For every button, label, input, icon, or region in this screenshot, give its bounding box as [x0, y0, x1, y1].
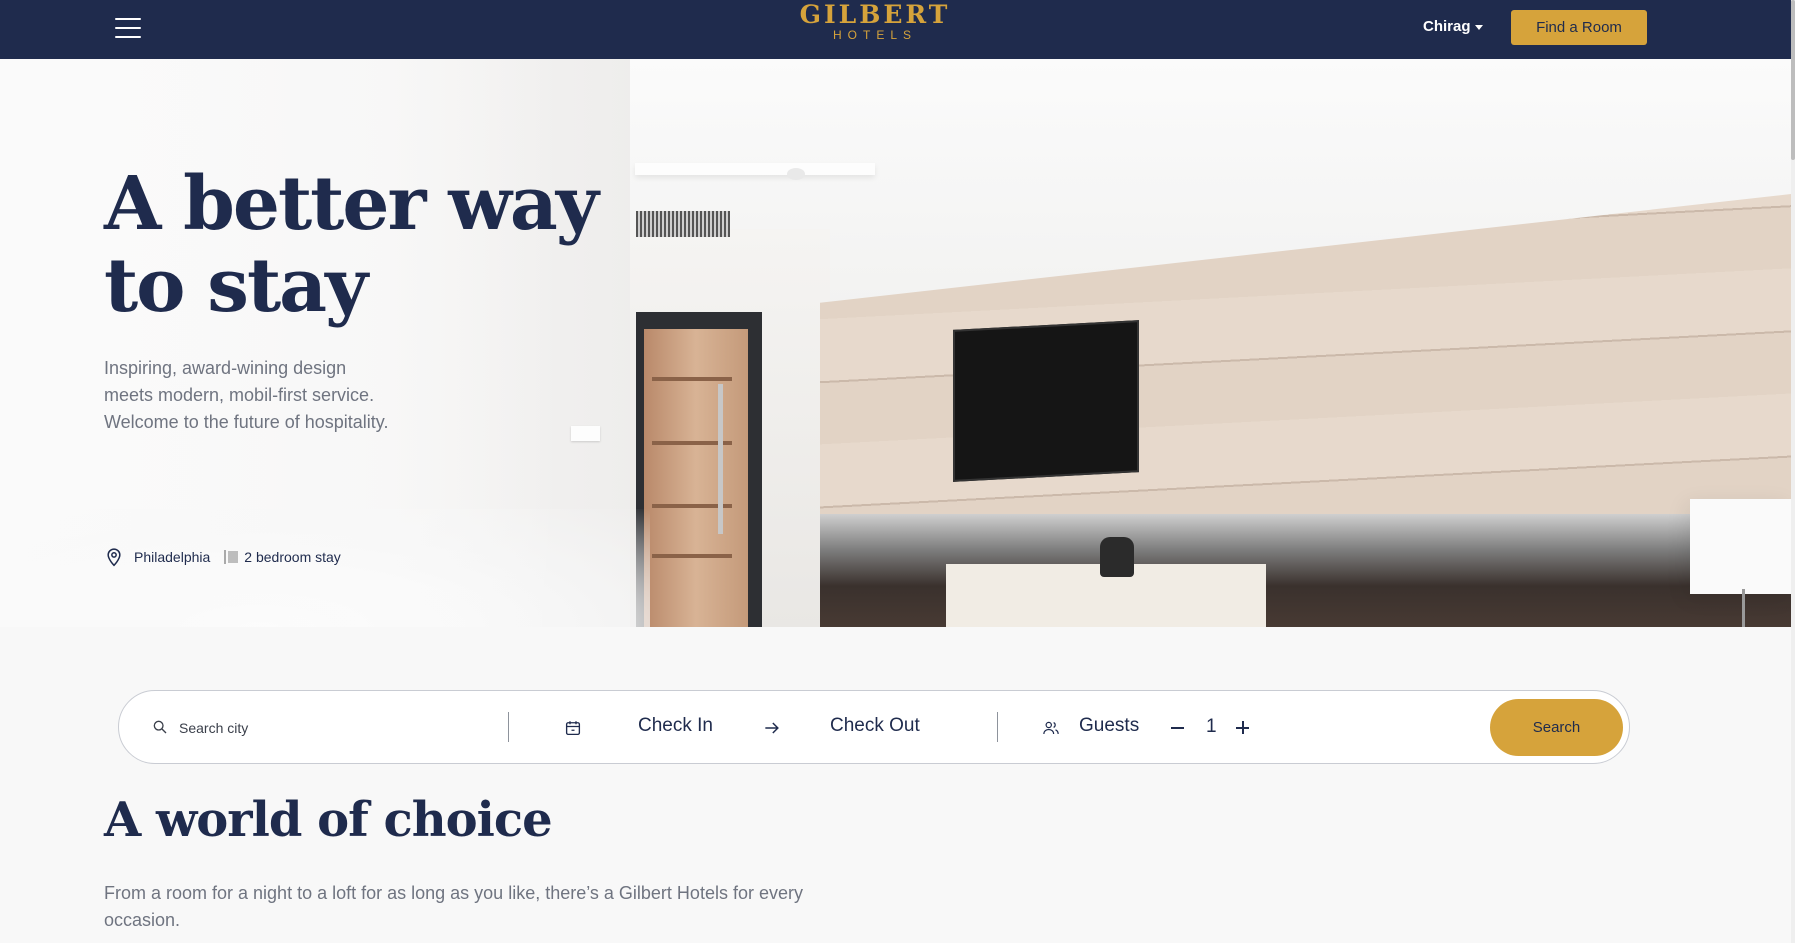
- find-a-room-button[interactable]: Find a Room: [1511, 10, 1647, 45]
- hero-location-info: Philadelphia 2 bedroom stay: [104, 546, 341, 568]
- calendar-icon[interactable]: [564, 719, 582, 737]
- hero-title: A better way to stay: [104, 161, 599, 329]
- hamburger-menu-icon[interactable]: [113, 15, 143, 41]
- brand-subtitle: HOTELS: [832, 28, 917, 42]
- hero-description: Inspiring, award-wining design meets mode…: [104, 358, 389, 432]
- search-button[interactable]: Search: [1490, 699, 1623, 756]
- user-menu-dropdown[interactable]: Chirag: [1423, 18, 1483, 35]
- guest-decrement-button[interactable]: [1168, 716, 1188, 738]
- booking-search-bar: Check In Check Out Guests 1 Search: [118, 690, 1630, 764]
- location-label: Philadelphia: [134, 549, 211, 565]
- users-icon: [1043, 721, 1059, 735]
- brand-name: GILBERT: [799, 0, 951, 29]
- search-city-input[interactable]: [177, 711, 481, 745]
- guest-count: 1: [1206, 716, 1217, 737]
- stay-type-label: 2 bedroom stay: [244, 549, 341, 565]
- check-out-field[interactable]: Check Out: [830, 715, 920, 737]
- arrow-right-icon: [765, 722, 779, 734]
- caret-down-icon: [1474, 24, 1483, 30]
- check-in-field[interactable]: Check In: [638, 715, 713, 737]
- search-icon: [153, 720, 167, 734]
- hero-section: [0, 59, 1791, 627]
- search-divider: [508, 712, 509, 742]
- scrollbar-thumb[interactable]: [1791, 0, 1795, 160]
- search-divider: [997, 712, 998, 742]
- bed-icon: [228, 551, 239, 563]
- user-name: Chirag: [1423, 18, 1471, 35]
- map-pin-icon: [107, 548, 121, 567]
- top-navbar: GILBERT HOTELS Chirag Find a Room: [0, 0, 1795, 59]
- brand-logo[interactable]: GILBERT HOTELS: [790, 0, 960, 42]
- meta-divider: [224, 550, 227, 564]
- guest-increment-button[interactable]: [1233, 716, 1253, 738]
- section-title: A world of choice: [104, 792, 553, 848]
- guests-label: Guests: [1079, 715, 1140, 736]
- section-description: From a room for a night to a loft for as…: [104, 883, 803, 930]
